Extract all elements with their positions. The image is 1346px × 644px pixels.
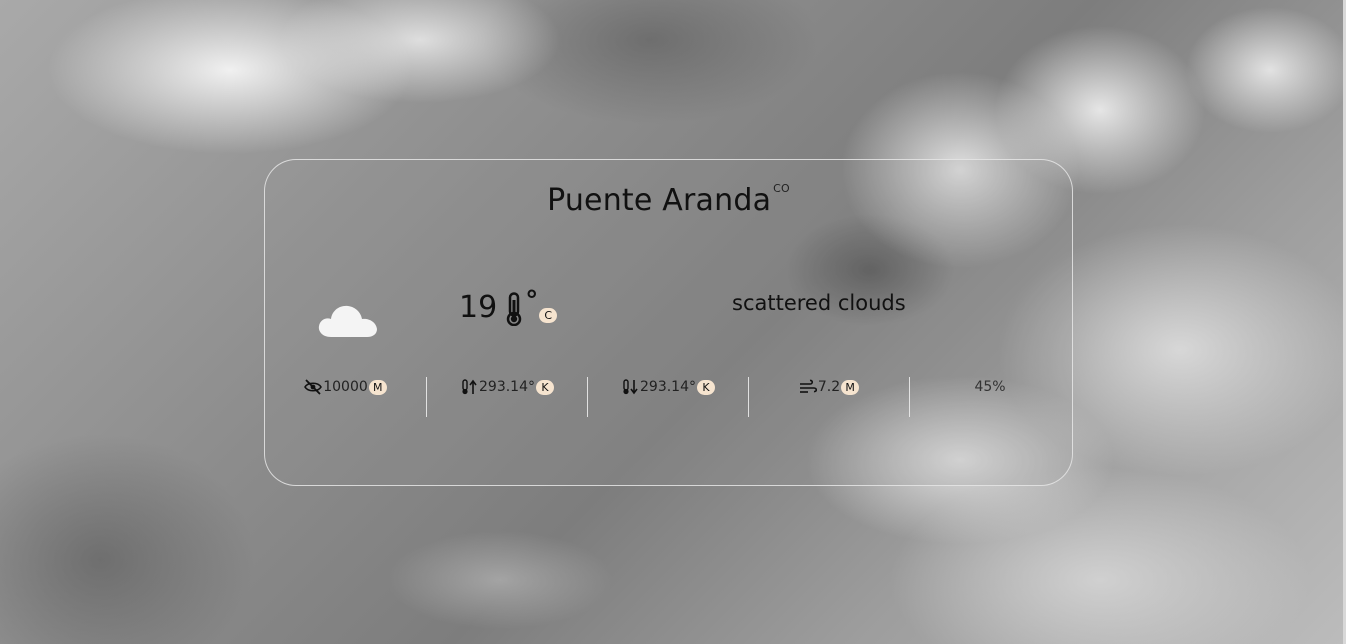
min-temperature-value: 293.14° [640,379,696,395]
humidity-value: 45% [974,379,1006,395]
degree-symbol: ° [525,286,539,316]
thermometer-down-icon [623,379,638,395]
wind-icon [799,379,817,393]
min-temperature-stat: 293.14° K [587,377,748,417]
temperature-unit-badge: C [539,308,558,323]
visibility-unit-badge: M [368,379,387,395]
thermometer-up-icon [462,379,477,395]
max-temperature-unit-badge: K [536,379,554,395]
visibility-stat: 10000 M [265,377,426,417]
country-code: CO [773,182,790,195]
weather-description: scattered clouds [732,291,906,315]
weather-stats: 10000 M 293.14° K 293.14° K 7.2 M 45% [265,377,1072,417]
wind-value: 7.2 [817,379,841,395]
max-temperature-value: 293.14° [479,379,535,395]
thermometer-icon [506,292,522,326]
visibility-value: 10000 [323,379,368,395]
eye-slash-icon [304,379,323,395]
cloud-icon [318,305,377,337]
location-title: Puente Aranda CO [265,182,1072,218]
max-temperature-stat: 293.14° K [426,377,587,417]
current-temperature: 19 ° C [459,286,558,326]
temperature-value: 19 [459,290,498,325]
min-temperature-unit-badge: K [697,379,715,395]
humidity-stat: 45% [909,377,1070,417]
wind-unit-badge: M [841,379,860,395]
weather-card: Puente Aranda CO 19 ° C scattered clouds … [264,159,1073,486]
city-name: Puente Aranda [547,183,772,218]
wind-stat: 7.2 M [748,377,909,417]
